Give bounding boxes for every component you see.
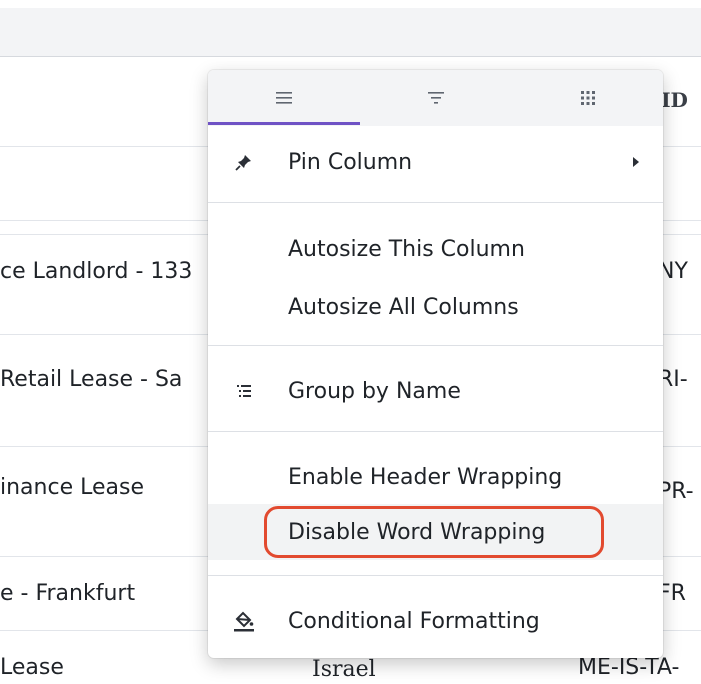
table-cell-id: NY [658, 259, 688, 284]
pin-column-item[interactable]: Pin Column [208, 139, 663, 185]
tab-columns[interactable] [512, 70, 663, 126]
grid-toolbar [0, 8, 701, 57]
table-cell-id: ME-IS-TA- [578, 655, 680, 680]
group-icon [232, 379, 256, 403]
menu-lines-icon [276, 92, 292, 104]
columns-grid-icon [581, 91, 595, 105]
menu-separator [208, 431, 663, 432]
menu-separator [208, 202, 663, 203]
table-cell-id: PR- [658, 479, 694, 504]
pin-icon [232, 150, 256, 174]
autosize-this-column-item[interactable]: Autosize This Column [208, 226, 663, 272]
column-menu-tabs [208, 70, 663, 126]
tab-general[interactable] [208, 70, 360, 126]
active-tab-indicator [208, 122, 360, 125]
autosize-all-columns-item[interactable]: Autosize All Columns [208, 284, 663, 330]
paint-bucket-icon [232, 609, 256, 633]
table-cell-name: e - Frankfurt [0, 581, 136, 606]
column-menu: Pin Column Autosize This Column Autosize… [208, 70, 663, 658]
submenu-arrow-icon [633, 157, 639, 167]
table-cell-id: FR [658, 581, 686, 606]
table-cell-name: Lease [0, 655, 64, 680]
conditional-formatting-item[interactable]: Conditional Formatting [208, 598, 663, 644]
table-cell-name: ce Landlord - 133 [0, 259, 193, 284]
tab-filter[interactable] [360, 70, 512, 126]
highlight-annotation [264, 506, 604, 558]
menu-separator [208, 575, 663, 576]
table-cell-name: inance Lease [0, 475, 144, 500]
menu-separator [208, 345, 663, 346]
group-by-item[interactable]: Group by Name [208, 368, 663, 414]
table-cell-id: RI- [658, 367, 688, 392]
table-cell-country: Israel [312, 657, 376, 682]
filter-icon [428, 92, 444, 104]
enable-header-wrapping-item[interactable]: Enable Header Wrapping [208, 454, 663, 500]
table-cell-name: Retail Lease - Sa [0, 367, 183, 392]
